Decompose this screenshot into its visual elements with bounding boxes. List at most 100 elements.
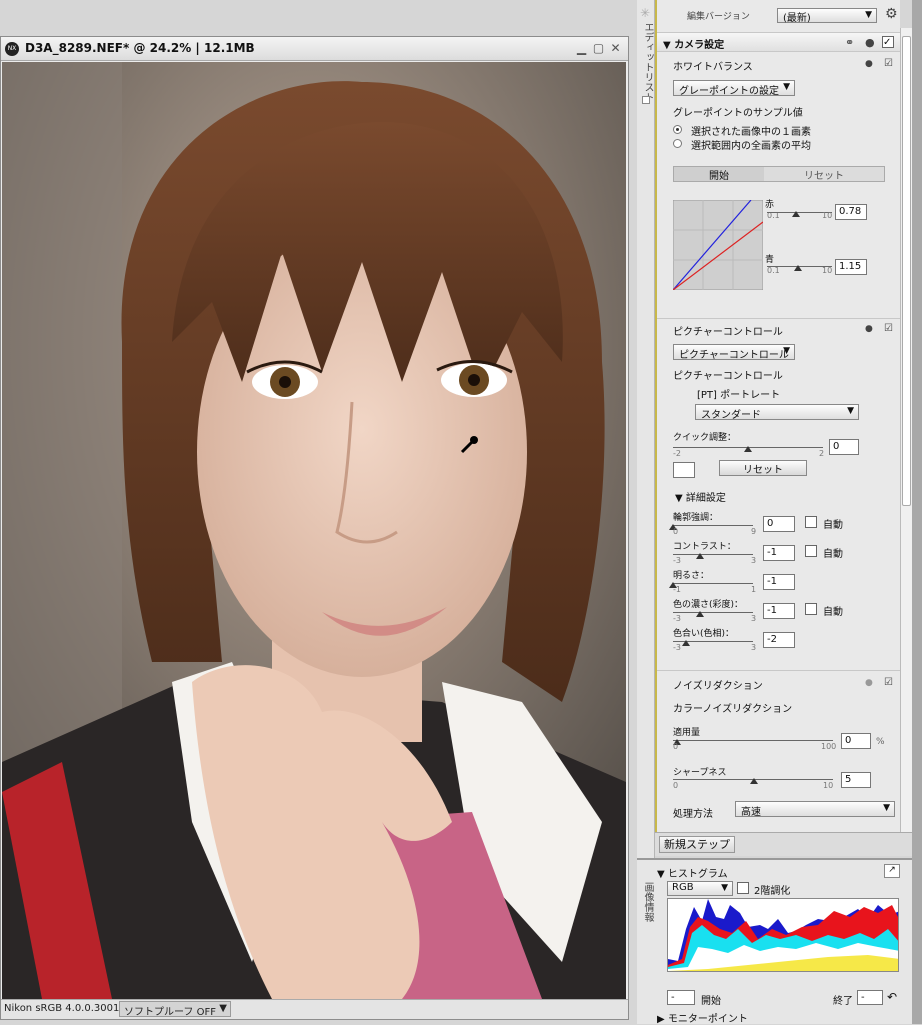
histogram-start-field[interactable]: - bbox=[667, 990, 695, 1005]
detail-slider-field[interactable]: -1 bbox=[763, 545, 795, 561]
sparkle-icon: ✳ bbox=[640, 6, 651, 20]
gray-point-dropdown[interactable]: グレーポイントの設定 ▼ bbox=[673, 80, 795, 97]
panel-scrollbar-thumb[interactable] bbox=[902, 36, 911, 506]
blue-slider-thumb[interactable] bbox=[794, 265, 802, 271]
maximize-icon[interactable]: ▢ bbox=[592, 42, 605, 55]
method-dropdown[interactable]: 高速 ▼ bbox=[735, 801, 895, 818]
histogram-header[interactable]: ▼ ヒストグラム bbox=[657, 865, 728, 880]
edit-version-value: (最新) bbox=[783, 13, 811, 24]
quick-adjust-label: クイック調整： bbox=[673, 433, 737, 443]
image-window-titlebar[interactable]: NX D3A_8289.NEF* @ 24.2% | 12.1MB ▁ ▢ ✕ bbox=[1, 37, 628, 61]
detail-slider-field[interactable]: -1 bbox=[763, 574, 795, 590]
base-style-dropdown[interactable]: スタンダード ▼ bbox=[695, 404, 859, 421]
detail-slider-track[interactable] bbox=[673, 612, 753, 613]
sharpness-field[interactable]: 5 bbox=[841, 772, 871, 788]
picture-control-sublabel: ピクチャーコントロール bbox=[673, 371, 783, 382]
picture-control-dropdown[interactable]: ピクチャーコントロール ▼ bbox=[673, 344, 795, 361]
image-window: NX D3A_8289.NEF* @ 24.2% | 12.1MB ▁ ▢ ✕ bbox=[0, 36, 629, 1020]
close-icon[interactable]: ✕ bbox=[609, 42, 622, 55]
detail-slider-max: 3 bbox=[751, 556, 757, 565]
softproof-label: ソフトプルーフ OFF bbox=[124, 1007, 216, 1018]
help-icon[interactable]: ● bbox=[865, 36, 875, 49]
monitor-point-header[interactable]: ▶ モニターポイント bbox=[657, 1010, 748, 1025]
sample-average-radio[interactable] bbox=[673, 139, 682, 148]
detail-slider-track[interactable] bbox=[673, 554, 753, 555]
detail-slider-thumb[interactable] bbox=[696, 611, 704, 617]
detail-slider-max: 9 bbox=[751, 527, 757, 536]
auto-checkbox[interactable] bbox=[805, 545, 817, 557]
detail-slider-thumb[interactable] bbox=[682, 640, 690, 646]
chevron-down-icon: ▼ bbox=[865, 10, 872, 20]
reset-button[interactable]: リセット bbox=[764, 167, 884, 182]
detail-slider-min: -3 bbox=[673, 556, 681, 565]
tab-edit-list[interactable]: エディットリスト bbox=[640, 22, 655, 102]
chevron-down-icon: ▼ bbox=[847, 406, 854, 416]
softproof-dropdown[interactable]: ソフトプルーフ OFF ▼ bbox=[119, 1001, 231, 1018]
detail-slider-max: 1 bbox=[751, 585, 757, 594]
quick-adjust-thumb[interactable] bbox=[744, 446, 752, 452]
amount-field[interactable]: 0 bbox=[841, 733, 871, 749]
help-icon[interactable]: ● bbox=[865, 324, 873, 334]
undo-icon[interactable]: ↶ bbox=[887, 990, 897, 1004]
red-slider-thumb[interactable] bbox=[792, 211, 800, 217]
divider bbox=[657, 670, 900, 671]
detail-slider-max: 3 bbox=[751, 614, 757, 623]
histogram-pick-icon[interactable]: ↗ bbox=[884, 864, 900, 878]
detail-slider-track[interactable] bbox=[673, 583, 753, 584]
quick-reset-button[interactable]: リセット bbox=[719, 460, 807, 476]
detail-slider-field[interactable]: -1 bbox=[763, 603, 795, 619]
check-icon[interactable]: ☑ bbox=[884, 58, 893, 69]
quick-adjust-min: -2 bbox=[673, 449, 681, 458]
two-tone-checkbox[interactable] bbox=[737, 882, 749, 894]
check-icon[interactable]: ☑ bbox=[884, 323, 893, 334]
portrait-photo[interactable] bbox=[2, 62, 626, 999]
blue-label: 青 bbox=[765, 255, 775, 265]
triangle-down-icon: ▼ bbox=[663, 40, 671, 51]
detail-slider-min: -1 bbox=[673, 585, 681, 594]
sharpness-thumb[interactable] bbox=[750, 778, 758, 784]
nikon-app-icon: NX bbox=[5, 42, 19, 56]
check-icon[interactable]: ☑ bbox=[884, 677, 893, 688]
tab-image-info[interactable]: 画像情報 bbox=[640, 882, 655, 922]
camera-settings-header[interactable]: ▼ カメラ設定 ⚭ ● ✓ bbox=[657, 32, 900, 52]
camera-settings-checkbox[interactable]: ✓ bbox=[882, 36, 894, 48]
sharpness-min: 0 bbox=[673, 781, 679, 790]
auto-checkbox[interactable] bbox=[805, 516, 817, 528]
histogram-end-field[interactable]: - bbox=[857, 990, 883, 1005]
detail-slider-field[interactable]: -2 bbox=[763, 632, 795, 648]
detail-slider-track[interactable] bbox=[673, 525, 753, 526]
help-icon[interactable]: ● bbox=[865, 59, 873, 69]
quick-adjust-field[interactable]: 0 bbox=[829, 439, 859, 455]
picture-control-utility-icon[interactable] bbox=[673, 462, 695, 478]
sample-single-pixel-radio[interactable] bbox=[673, 125, 682, 134]
histogram-chart bbox=[667, 898, 899, 972]
auto-checkbox[interactable] bbox=[805, 603, 817, 615]
edit-version-dropdown[interactable]: (最新) ▼ bbox=[777, 8, 877, 24]
help-icon[interactable]: ● bbox=[865, 678, 873, 688]
amount-track[interactable] bbox=[673, 740, 833, 741]
red-max: 10 bbox=[822, 211, 833, 220]
detail-settings-header[interactable]: ▼ 詳細設定 bbox=[675, 489, 918, 504]
detail-slider-field[interactable]: 0 bbox=[763, 516, 795, 532]
gear-icon[interactable]: ⚙ bbox=[885, 6, 898, 22]
histogram-channel: RGB bbox=[672, 882, 694, 893]
minimize-icon[interactable]: ▁ bbox=[575, 42, 588, 55]
white-balance-title: ホワイトバランス bbox=[673, 62, 753, 73]
detail-slider-thumb[interactable] bbox=[696, 553, 704, 559]
screen-edge bbox=[912, 0, 922, 1024]
start-button[interactable]: 開始 bbox=[674, 167, 764, 182]
new-step-button[interactable]: 新規ステップ bbox=[659, 836, 735, 853]
noise-reduction-title: ノイズリダクション bbox=[673, 681, 763, 692]
blue-value-field[interactable]: 1.15 bbox=[835, 259, 867, 275]
detail-slider-min: -3 bbox=[673, 614, 681, 623]
red-value-field[interactable]: 0.78 bbox=[835, 204, 867, 220]
triangle-down-icon: ▼ bbox=[675, 493, 686, 504]
picture-control-title: ピクチャーコントロール bbox=[673, 327, 783, 338]
color-noise-label: カラーノイズリダクション bbox=[673, 704, 793, 715]
detail-slider-max: 3 bbox=[751, 643, 757, 652]
chevron-down-icon: ▼ bbox=[783, 82, 790, 92]
divider bbox=[657, 318, 900, 319]
histogram-channel-dropdown[interactable]: RGB ▼ bbox=[667, 881, 733, 896]
link-icon[interactable]: ⚭ bbox=[845, 36, 854, 49]
tab-pin-icon[interactable] bbox=[642, 96, 650, 104]
